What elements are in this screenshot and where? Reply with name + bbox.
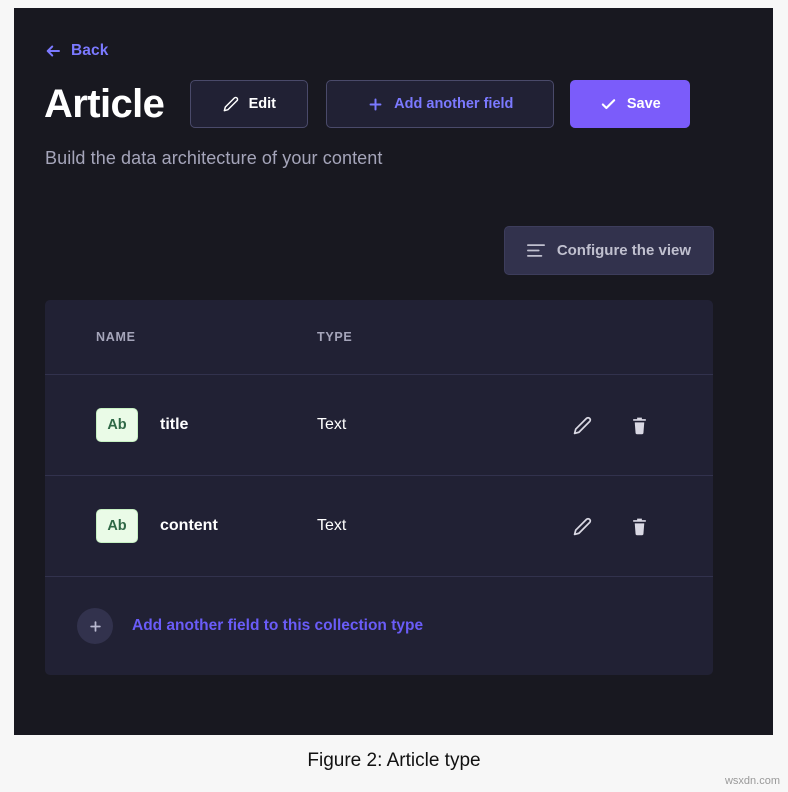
trash-icon[interactable] [630,517,649,536]
fields-table: NAME TYPE Ab title Text Ab content Text [45,300,713,576]
field-type-badge: Ab [96,408,138,442]
back-link[interactable]: Back [44,42,108,60]
field-name: title [160,416,189,433]
configure-the-view-button[interactable]: Configure the view [503,226,714,275]
row-name-cell: Ab content [45,475,317,576]
pencil-icon[interactable] [573,517,592,536]
pencil-icon[interactable] [573,416,592,435]
page-title: Article [44,82,165,126]
app-screenshot-panel: Back Article Edit Add another field Save… [14,8,773,735]
plus-icon [367,96,384,113]
watermark: wsxdn.com [724,775,780,787]
row-name-cell: Ab title [45,374,317,476]
save-button-label: Save [626,96,661,112]
table-header: NAME TYPE [45,300,713,375]
table-row: Ab content Text [45,475,713,576]
back-link-label: Back [71,42,109,59]
pencil-icon [223,96,239,112]
field-type: Text [317,416,347,433]
row-type-cell: Text [317,374,557,476]
page-header: Article Edit Add another field Save [44,80,744,128]
add-another-field-label: Add another field [394,96,514,112]
check-icon [600,96,617,113]
page-subtitle: Build the data architecture of your cont… [45,148,383,168]
row-type-cell: Text [317,475,557,576]
add-another-field-to-collection-button[interactable]: Add another field to this collection typ… [45,576,713,675]
row-actions-cell [557,475,713,576]
trash-icon[interactable] [630,416,649,435]
table-row: Ab title Text [45,374,713,476]
field-name: content [160,517,218,534]
add-another-field-to-collection-label: Add another field to this collection typ… [132,617,424,634]
edit-button-label: Edit [248,96,276,112]
fields-card: NAME TYPE Ab title Text Ab content Text … [45,300,713,675]
save-button[interactable]: Save [570,80,691,128]
figure-caption: Figure 2: Article type [307,750,481,771]
field-type-badge: Ab [96,509,138,543]
arrow-left-icon [44,42,62,60]
edit-button[interactable]: Edit [190,80,309,128]
plus-circle-icon [77,608,113,644]
row-actions-cell [557,374,713,476]
column-header-type: TYPE [317,330,353,344]
list-lines-icon [526,243,545,258]
column-header-name: NAME [96,330,136,344]
field-type: Text [317,517,347,534]
column-header-actions [557,300,713,375]
add-another-field-button[interactable]: Add another field [326,80,555,128]
configure-the-view-label: Configure the view [556,242,691,259]
